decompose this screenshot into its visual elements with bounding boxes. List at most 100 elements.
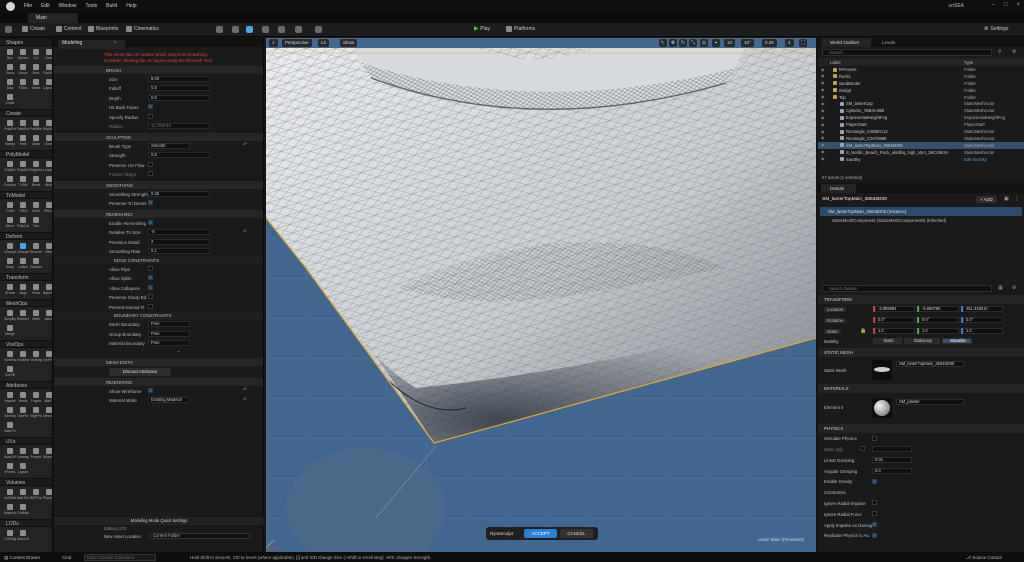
smoothing-strength-field[interactable]: 0.25 <box>148 190 210 197</box>
play-button[interactable]: ▶ Play <box>474 25 490 32</box>
content-drawer-button[interactable]: ▤ Content Drawer <box>4 555 40 561</box>
tool-category-create[interactable]: Create <box>0 109 52 117</box>
maximize-icon[interactable]: □ <box>1004 2 1008 8</box>
settings-gear-icon[interactable]: ⚙ <box>1012 49 1016 55</box>
tool-build[interactable]: Build <box>43 176 52 189</box>
enable-gravity-checkbox[interactable] <box>872 478 877 484</box>
tool-tngnts[interactable]: Tngnts <box>30 392 42 405</box>
expand-chevron-icon[interactable]: ⌄ <box>54 348 263 356</box>
tool-simplify[interactable]: Simplify <box>4 310 16 323</box>
tool-seamed[interactable]: SeamEd <box>43 448 52 461</box>
tool-loopins[interactable]: LoopIns <box>43 161 52 174</box>
rotation-y-field[interactable]: 0.0° <box>919 316 959 323</box>
outliner-row[interactable]: ◉ S_Nordic_Beach_Rock_ukmlbq_high_Var1_59… <box>818 149 1024 156</box>
outliner-row[interactable]: ◉ Rocks Folder <box>818 73 1024 80</box>
visibility-eye-icon[interactable]: ◉ <box>821 73 825 78</box>
visibility-eye-icon[interactable]: ◉ <box>821 156 825 161</box>
tool-baketx[interactable]: BakeTx <box>4 422 16 435</box>
scale-z-field[interactable]: 1.0 <box>963 327 1003 334</box>
tab-main[interactable]: Main <box>28 13 78 23</box>
tool-project[interactable]: Project <box>30 448 42 461</box>
ignore-radial-force-checkbox[interactable] <box>872 511 877 517</box>
tool-voxmrg[interactable]: VoxMrg <box>30 351 42 364</box>
fracture-mode-icon[interactable] <box>295 26 302 33</box>
tool-polyext[interactable]: PolyExt <box>4 120 16 133</box>
tool-weld[interactable]: Weld <box>30 310 42 323</box>
unreal-logo-icon[interactable] <box>6 2 15 11</box>
reset-icon[interactable]: ↶ <box>243 387 247 393</box>
tool-category-uvs[interactable]: UVs <box>0 437 52 445</box>
static-mesh-thumbnail[interactable] <box>872 360 892 381</box>
smoothing-rate-field[interactable]: 0.1 <box>148 248 210 254</box>
tool-xform[interactable]: XForm <box>4 284 16 297</box>
tool-extrude[interactable]: Extrude <box>4 176 16 189</box>
tool-stairs[interactable]: Stairs <box>30 79 42 92</box>
tool-edgeins[interactable]: EdgeIns <box>30 161 42 174</box>
visibility-eye-icon[interactable]: ◉ <box>821 129 825 134</box>
outliner-row[interactable]: ◉ Cylinder_7BB4A36B StaticMeshActor <box>818 107 1024 114</box>
tab-modeling[interactable]: Modeling × <box>58 40 125 49</box>
menu-build[interactable]: Build <box>106 3 117 9</box>
reset-icon[interactable]: ↶ <box>243 142 247 148</box>
select-mode-icon[interactable] <box>216 26 223 33</box>
tool-warp[interactable]: Warp <box>4 258 16 271</box>
tool-polydef[interactable]: PolyDef <box>17 161 29 174</box>
tool-pathrev[interactable]: PathRev <box>30 120 42 133</box>
menu-edit[interactable]: Edit <box>41 3 50 9</box>
section-mesh-edits[interactable]: MESH EDITS <box>54 358 263 366</box>
enable-remeshing-checkbox[interactable] <box>148 219 153 225</box>
tool-voltomsh[interactable]: VolToMsh <box>4 489 16 502</box>
cmd-label[interactable]: Cmd <box>62 555 71 560</box>
visibility-eye-icon[interactable]: ◉ <box>821 149 825 154</box>
tool-category-voxops[interactable]: VoxOps <box>0 340 52 348</box>
tool-autolod[interactable]: AutoLOD <box>17 530 29 543</box>
tool-rect[interactable]: Rect <box>30 64 42 77</box>
section-static-mesh[interactable]: STATIC MESH <box>818 348 1024 358</box>
details-search-input[interactable]: Search Details <box>822 285 992 292</box>
add-component-button[interactable]: + ADD <box>976 196 997 203</box>
constraints-row[interactable]: Constraints <box>818 487 1024 498</box>
quick-settings-header[interactable]: Modeling Mode Quick Settings <box>54 517 264 525</box>
prevent-normal-checkbox[interactable] <box>148 303 153 309</box>
location-x-field[interactable]: -3.988984 <box>875 306 915 312</box>
tool-voxfill[interactable]: VoxFill <box>4 366 16 379</box>
tool-trisel[interactable]: TriSel <box>17 176 29 189</box>
tool-remesh[interactable]: Remesh <box>17 310 29 323</box>
grid-snap-value[interactable]: 10 <box>724 39 736 47</box>
precision-detail-field[interactable]: 2 <box>148 238 210 245</box>
tool-merge[interactable]: Merge <box>4 325 16 338</box>
scale-icon[interactable]: ⤡ <box>689 39 697 47</box>
material-thumbnail[interactable] <box>872 398 892 419</box>
discard-attributes-button[interactable]: Discard Attributes <box>109 368 171 376</box>
tool-polyed[interactable]: PolyEd <box>4 161 16 174</box>
tool-trisel[interactable]: TriSel <box>4 202 16 215</box>
mass-override-checkbox[interactable] <box>860 446 865 452</box>
outliner-row[interactable]: ◉ Rectangle_C5476898 StaticMeshActor <box>818 135 1024 142</box>
tab-world-outliner[interactable]: World Outliner <box>821 38 872 47</box>
tool-physapx[interactable]: PhysApx <box>43 489 52 502</box>
tool-xformuv[interactable]: XFormUV <box>4 463 16 476</box>
save-icon[interactable] <box>5 26 12 33</box>
tool-tried[interactable]: TriEd <box>17 202 29 215</box>
tool-vsculpt[interactable]: VSculpt <box>4 243 16 256</box>
tool-category-lods[interactable]: LODs <box>0 519 52 527</box>
paint-mode-icon[interactable] <box>278 26 285 33</box>
tool-sweep[interactable]: Sweep <box>4 135 16 148</box>
visibility-eye-icon[interactable]: ◉ <box>821 135 825 140</box>
visibility-eye-icon[interactable]: ◉ <box>821 67 825 72</box>
tool-grppnt[interactable]: GrpPnt <box>17 407 29 420</box>
outliner-row[interactable]: ◉ SunSky Edit SunSky <box>818 156 1024 163</box>
tool-cubic[interactable]: Cubic <box>43 135 52 148</box>
tool-voxwrap[interactable]: VoxWrap <box>4 351 16 364</box>
mobility-movable-button[interactable]: Movable <box>942 338 972 345</box>
tool-box[interactable]: Box <box>4 49 16 62</box>
tab-details[interactable]: Details <box>821 184 857 193</box>
preserve-tri-checkbox[interactable] <box>148 200 153 205</box>
section-smoothing[interactable]: SMOOTHING <box>54 181 263 189</box>
tool-category-meshops[interactable]: MeshOps <box>0 299 52 307</box>
tool-align[interactable]: Align <box>17 284 29 297</box>
freeze-target-checkbox[interactable] <box>148 171 153 176</box>
section-materials[interactable]: MATERIALS <box>818 384 1024 394</box>
outliner-row[interactable]: ◉ SM_lanterCap StaticMeshActor <box>818 100 1024 107</box>
translate-icon[interactable]: ✥ <box>669 39 677 47</box>
